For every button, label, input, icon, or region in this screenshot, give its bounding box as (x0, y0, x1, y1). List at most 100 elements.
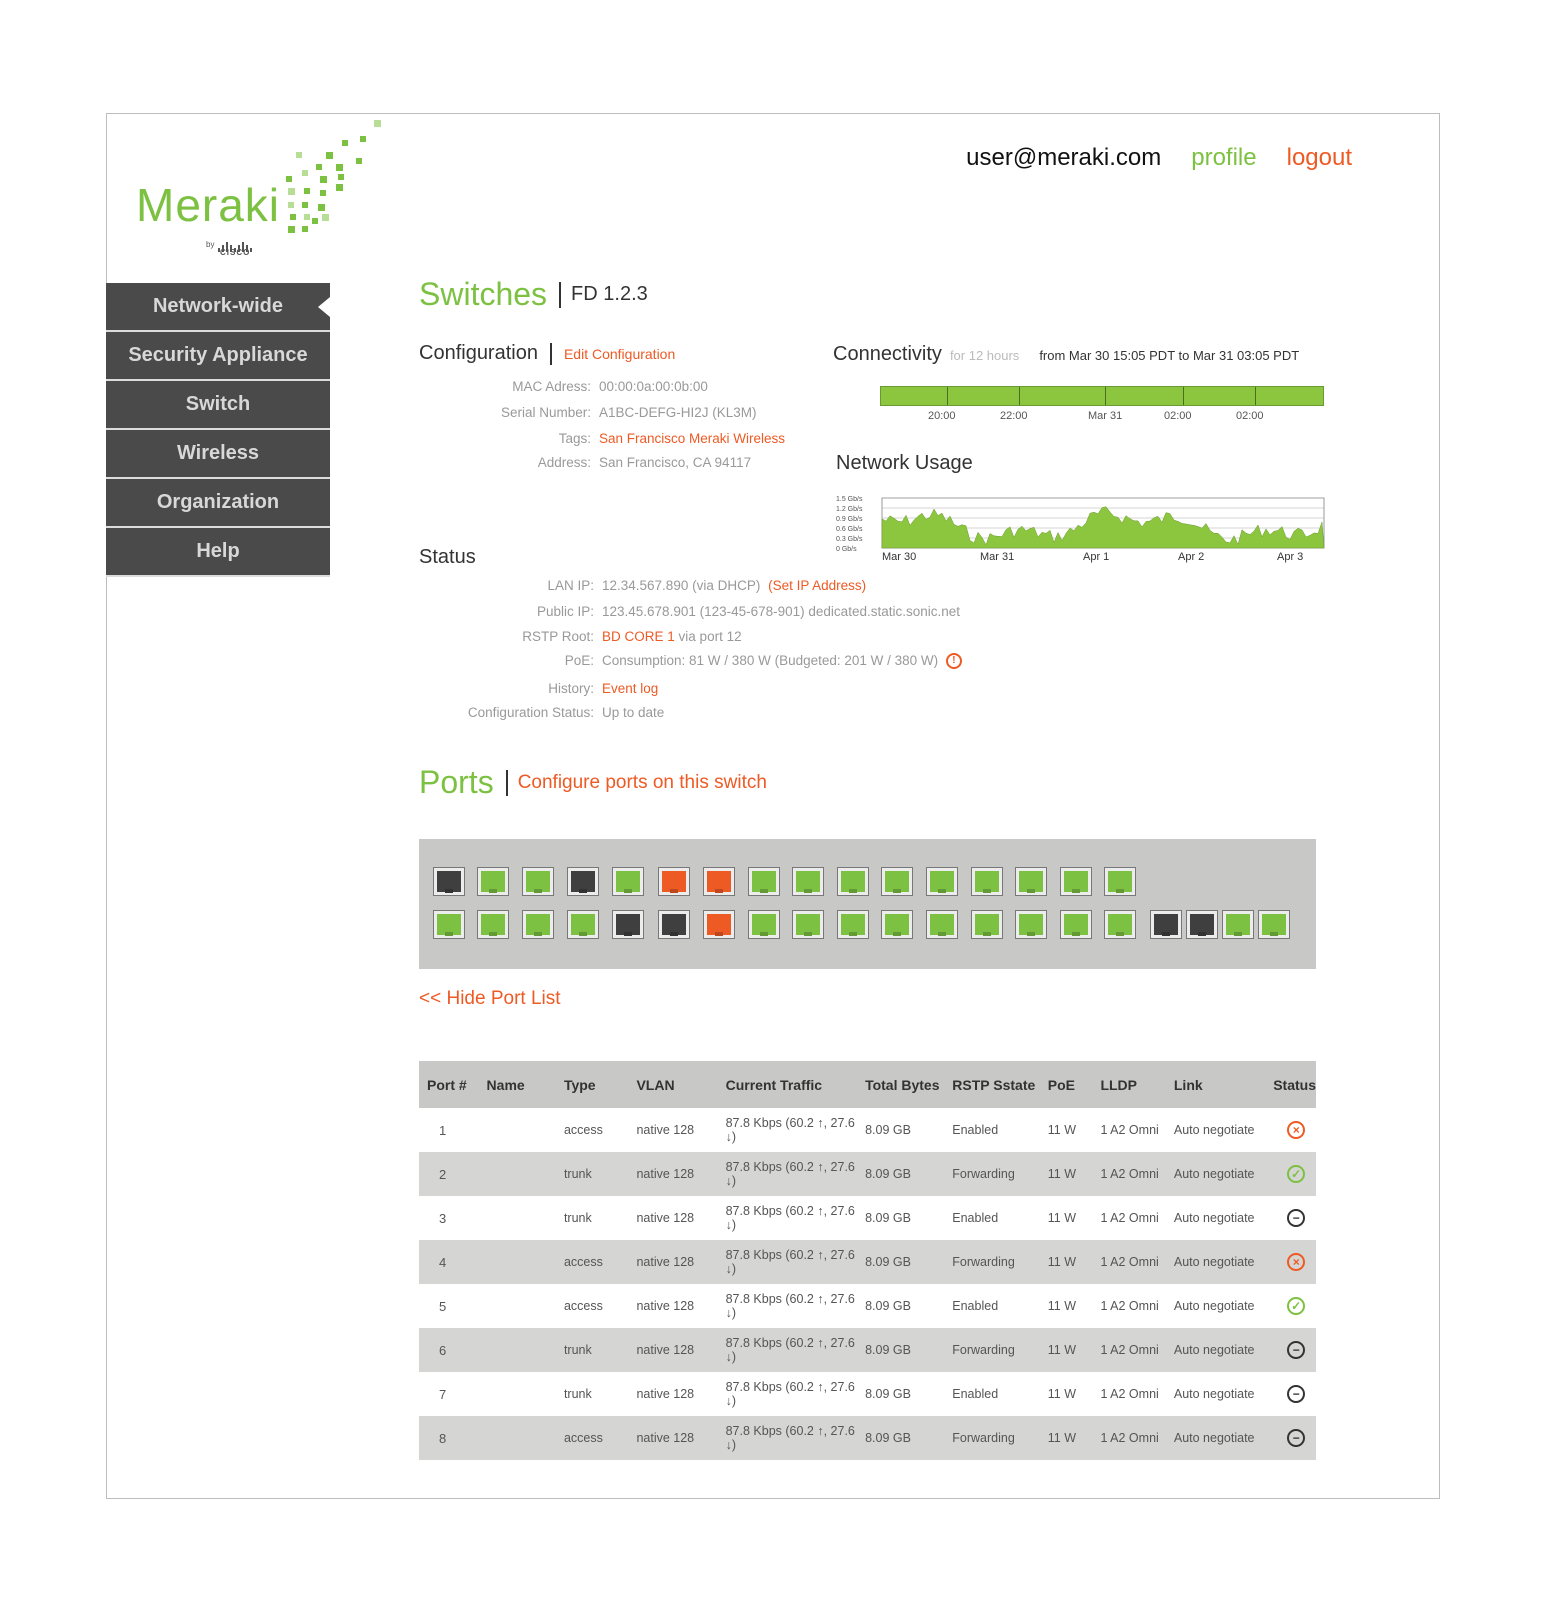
col-vlan[interactable]: VLAN (628, 1061, 717, 1108)
port-status-fill (526, 871, 550, 892)
config-status-value: Up to date (602, 705, 665, 720)
port-status-fill (662, 871, 686, 892)
table-row[interactable]: 7 trunk native 128 87.8 Kbps (60.2 ↑, 27.6 … (419, 1372, 1316, 1416)
configure-ports-link[interactable]: Configure ports on this switch (518, 772, 767, 794)
cell-rstp: Forwarding (952, 1167, 1015, 1181)
switch-port[interactable] (567, 867, 599, 896)
col-lldp[interactable]: LLDP (1092, 1061, 1165, 1108)
switch-port[interactable] (612, 910, 644, 939)
connectivity-bar[interactable] (880, 386, 1324, 406)
connectivity-span[interactable]: for 12 hours (950, 348, 1019, 363)
col-link[interactable]: Link (1166, 1061, 1265, 1108)
tags-link[interactable]: San Francisco Meraki Wireless (599, 431, 785, 446)
uplink-port[interactable] (1222, 910, 1254, 939)
logout-link[interactable]: logout (1287, 144, 1352, 172)
sidebar-item-help[interactable]: Help (106, 528, 330, 577)
col-bytes[interactable]: Total Bytes (857, 1061, 944, 1108)
col-status[interactable]: Status (1265, 1061, 1316, 1108)
switch-port[interactable] (703, 867, 735, 896)
col-poe[interactable]: PoE (1040, 1061, 1093, 1108)
switch-port[interactable] (612, 867, 644, 896)
cell-type: trunk (563, 1343, 592, 1357)
switch-port[interactable] (1104, 867, 1136, 896)
page-title: Switches (419, 276, 548, 312)
hide-port-list-link[interactable]: << Hide Port List (419, 988, 561, 1010)
switch-port[interactable] (433, 867, 465, 896)
col-port[interactable]: Port # (419, 1061, 479, 1108)
switch-port[interactable] (792, 910, 824, 939)
switch-port[interactable] (477, 867, 509, 896)
table-row[interactable]: 6 trunk native 128 87.8 Kbps (60.2 ↑, 27.6 … (419, 1328, 1316, 1372)
cell-link: Auto negotiate (1173, 1167, 1255, 1181)
col-rstp[interactable]: RSTP Sstate (944, 1061, 1040, 1108)
uplink-port[interactable] (1186, 910, 1218, 939)
switch-port[interactable] (971, 867, 1003, 896)
profile-link[interactable]: profile (1191, 144, 1256, 172)
switch-port[interactable] (837, 867, 869, 896)
switch-port[interactable] (477, 910, 509, 939)
switch-port[interactable] (1060, 867, 1092, 896)
logo-pixel (374, 120, 381, 127)
switch-port[interactable] (881, 910, 913, 939)
switch-port[interactable] (881, 867, 913, 896)
status-off-icon: − (1287, 1429, 1306, 1447)
sidebar-item-switch[interactable]: Switch (106, 381, 330, 430)
table-row[interactable]: 8 access native 128 87.8 Kbps (60.2 ↑, 27.6… (419, 1416, 1316, 1460)
cell-name (479, 1416, 556, 1460)
connectivity-heading: Connectivity (833, 343, 942, 365)
cell-link: Auto negotiate (1173, 1343, 1255, 1357)
cell-link: Auto negotiate (1173, 1123, 1255, 1137)
status-off-icon: − (1287, 1341, 1306, 1359)
switch-port[interactable] (1015, 910, 1047, 939)
col-type[interactable]: Type (556, 1061, 629, 1108)
port-status-fill (1190, 914, 1214, 935)
y-axis-labels: 1.5 Gb/s 1.2 Gb/s 0.9 Gb/s 0.6 Gb/s 0.3 Gb/s… (836, 496, 863, 553)
cell-status: − (1265, 1196, 1316, 1240)
switch-port[interactable] (522, 910, 554, 939)
table-row[interactable]: 4 access native 128 87.8 Kbps (60.2 ↑, 27.6… (419, 1240, 1316, 1284)
sidebar-item-wireless[interactable]: Wireless (106, 430, 330, 479)
sidebar-item-security-appliance[interactable]: Security Appliance (106, 332, 330, 381)
switch-port[interactable] (748, 910, 780, 939)
switch-port[interactable] (1104, 910, 1136, 939)
switch-port[interactable] (1015, 867, 1047, 896)
switch-port[interactable] (837, 910, 869, 939)
edit-configuration-link[interactable]: Edit Configuration (564, 346, 675, 362)
usage-x-label: Mar 30 (882, 551, 917, 563)
switch-port[interactable] (433, 910, 465, 939)
cell-vlan: native 128 (636, 1123, 695, 1137)
logo-pixel (304, 214, 310, 220)
table-row[interactable]: 2 trunk native 128 87.8 Kbps (60.2 ↑, 27.6 … (419, 1152, 1316, 1196)
switch-port[interactable] (522, 867, 554, 896)
switch-port[interactable] (658, 867, 690, 896)
uplink-port[interactable] (1258, 910, 1290, 939)
switch-port[interactable] (748, 867, 780, 896)
table-row[interactable]: 5 access native 128 87.8 Kbps (60.2 ↑, 27.6… (419, 1284, 1316, 1328)
switch-port[interactable] (567, 910, 599, 939)
switch-port[interactable] (971, 910, 1003, 939)
sidebar-item-organization[interactable]: Organization (106, 479, 330, 528)
switch-port[interactable] (926, 867, 958, 896)
history-label: History: (548, 681, 594, 696)
event-log-link[interactable]: Event log (602, 681, 658, 696)
col-traffic[interactable]: Current Traffic (718, 1061, 857, 1108)
warning-icon[interactable]: ! (945, 653, 962, 670)
rstp-root-link[interactable]: BD CORE 1 (602, 629, 675, 644)
cell-poe: 11 W (1047, 1387, 1077, 1401)
switch-port[interactable] (1060, 910, 1092, 939)
meraki-logo[interactable]: Meraki by CISCO (136, 118, 396, 264)
sidebar-item-network-wide[interactable]: Network-wide (106, 283, 330, 332)
switch-port[interactable] (792, 867, 824, 896)
switch-port[interactable] (658, 910, 690, 939)
uplink-port[interactable] (1150, 910, 1182, 939)
switch-port[interactable] (926, 910, 958, 939)
col-name[interactable]: Name (479, 1061, 556, 1108)
table-row[interactable]: 1 access native 128 87.8 Kbps (60.2 ↑, 27.6… (419, 1108, 1316, 1152)
table-row[interactable]: 3 trunk native 128 87.8 Kbps (60.2 ↑, 27.6 … (419, 1196, 1316, 1240)
switch-faceplate (419, 839, 1316, 969)
switch-port[interactable] (703, 910, 735, 939)
set-ip-address-link[interactable]: (Set IP Address) (768, 578, 866, 593)
cell-lldp: 1 A2 Omni (1100, 1211, 1159, 1225)
config-status-label: Configuration Status: (467, 705, 594, 720)
cell-lldp: 1 A2 Omni (1100, 1123, 1159, 1137)
